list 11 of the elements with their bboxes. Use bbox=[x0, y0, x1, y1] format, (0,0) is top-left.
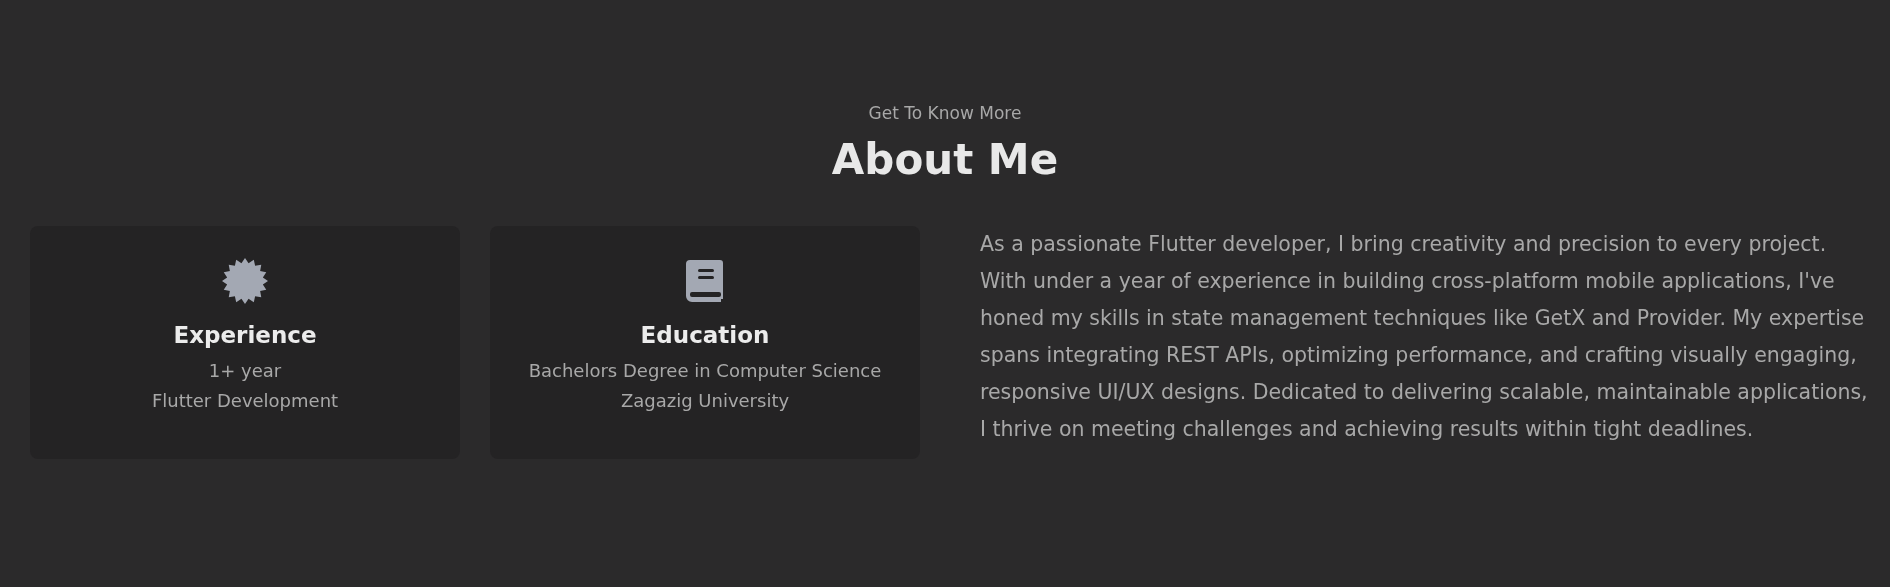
section-title: About Me bbox=[831, 134, 1059, 186]
card-title: Experience bbox=[173, 322, 317, 348]
card-title: Education bbox=[640, 322, 770, 348]
book-icon bbox=[684, 258, 726, 304]
section-subtitle: Get To Know More bbox=[868, 102, 1022, 125]
card-text: 1+ year bbox=[208, 359, 282, 383]
card-text: Flutter Development bbox=[151, 389, 339, 413]
card-text: Bachelors Degree in Computer Science bbox=[528, 359, 882, 383]
about-paragraph: As a passionate Flutter developer, I bring creativity and precision to every project. With under a year of experience in building cross-platform mobile applications, I've honed my skills in state management techniques like GetX and Provider. My expertise spans integrating REST APIs, optimizing performance, and crafting visually engaging, responsive UI/UX designs. Dedicated to delivering scalable, maintainable applications, I thrive on meeting challenges and achieving results within tight deadlines. bbox=[980, 231, 1869, 443]
badge-icon bbox=[222, 258, 268, 304]
card-text: Zagazig University bbox=[620, 389, 790, 413]
